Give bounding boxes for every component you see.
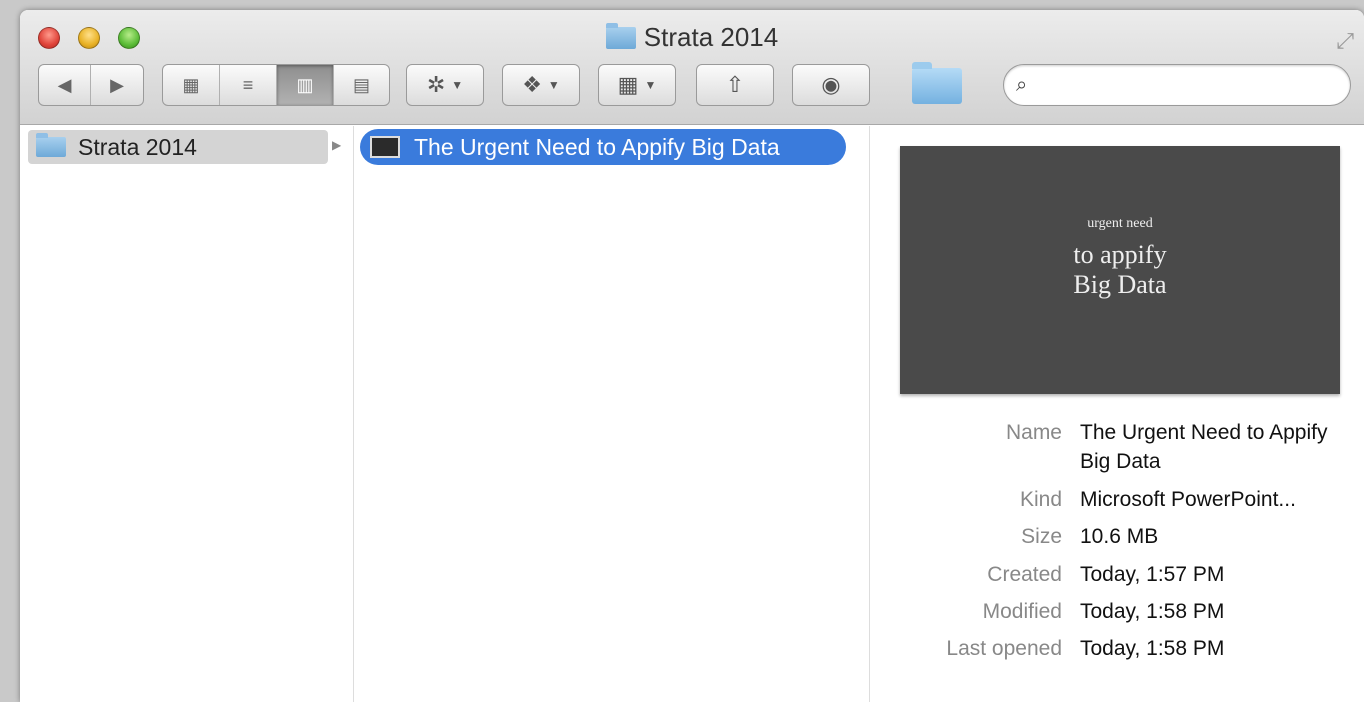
search-input[interactable] xyxy=(1033,70,1350,100)
info-value: Today, 1:58 PM xyxy=(1080,637,1225,661)
icon-view-button[interactable]: ▦ xyxy=(163,65,220,105)
dropbox-button[interactable]: ❖ ▼ xyxy=(502,64,580,106)
view-mode-control: ▦ ≡ ▥ ▤ xyxy=(162,64,390,106)
window-title: Strata 2014 xyxy=(20,22,1364,53)
info-label: Name xyxy=(1005,421,1062,444)
info-label: Last opened xyxy=(946,637,1062,661)
column-2: The Urgent Need to Appify Big Data xyxy=(354,126,870,702)
arrange-button[interactable]: ▦ ▼ xyxy=(598,64,676,106)
chevron-down-icon: ▼ xyxy=(547,78,560,92)
list-item-label: The Urgent Need to Appify Big Data xyxy=(414,133,780,160)
folder-icon xyxy=(36,133,66,157)
list-item-strata-folder[interactable]: Strata 2014 xyxy=(28,130,328,164)
coverflow-view-button[interactable]: ▤ xyxy=(334,65,389,105)
info-row-last-opened: Last opened Today, 1:58 PM xyxy=(870,634,1364,663)
preview-line-3: Big Data xyxy=(1073,270,1167,299)
preview-column: urgent need to appify Big Data Name The … xyxy=(870,126,1364,702)
search-icon: ⌕ xyxy=(1016,73,1028,96)
preview-line-2: to appify xyxy=(1073,240,1167,269)
folder-icon[interactable] xyxy=(912,62,962,104)
info-row-modified: Modified Today, 1:58 PM xyxy=(870,597,1364,626)
back-button[interactable]: ◀ xyxy=(39,65,91,105)
info-value: Today, 1:57 PM xyxy=(1080,562,1225,586)
chevron-down-icon: ▼ xyxy=(451,78,464,92)
list-item-label: Strata 2014 xyxy=(78,133,197,160)
info-label: Modified xyxy=(982,599,1062,623)
info-label: Size xyxy=(1021,525,1062,549)
chevron-down-icon: ▼ xyxy=(644,78,657,92)
finder-window: Strata 2014 ⤢ ◀ ▶ ▦ ≡ ▥ ▤ ✲ ▼ ❖ ▼ ▦ ▼ ⇧ … xyxy=(20,10,1364,702)
info-row-created: Created Today, 1:57 PM xyxy=(870,560,1364,589)
share-icon: ⇧ xyxy=(725,72,745,97)
file-info: Name The Urgent Need to Appify Big Data … xyxy=(870,418,1364,672)
action-button[interactable]: ✲ ▼ xyxy=(406,64,484,106)
info-value: Microsoft PowerPoint... xyxy=(1080,487,1296,511)
arrange-icon: ▦ xyxy=(617,72,639,97)
info-value: The Urgent Need to Appify Big Data xyxy=(1080,421,1328,474)
presentation-file-icon xyxy=(370,136,400,158)
info-row-name: Name The Urgent Need to Appify Big Data xyxy=(870,418,1364,477)
share-button[interactable]: ⇧ xyxy=(696,64,774,106)
tags-button[interactable]: ◉ xyxy=(792,64,870,106)
column-1: Strata 2014 ▶ xyxy=(20,126,354,702)
titlebar: Strata 2014 ⤢ ◀ ▶ ▦ ≡ ▥ ▤ ✲ ▼ ❖ ▼ ▦ ▼ ⇧ … xyxy=(20,10,1364,125)
gear-icon: ✲ xyxy=(426,72,446,97)
column-view-button[interactable]: ▥ xyxy=(277,65,334,105)
info-row-size: Size 10.6 MB xyxy=(870,522,1364,551)
disclosure-triangle-icon: ▶ xyxy=(332,138,342,152)
forward-button[interactable]: ▶ xyxy=(91,65,143,105)
preview-line-1: urgent need xyxy=(1087,216,1153,231)
fullscreen-icon[interactable]: ⤢ xyxy=(1336,28,1354,54)
info-value: 10.6 MB xyxy=(1080,525,1159,549)
info-label: Kind xyxy=(1019,487,1062,511)
file-preview-thumbnail: urgent need to appify Big Data xyxy=(900,146,1340,394)
info-value: Today, 1:58 PM xyxy=(1080,599,1225,623)
info-label: Created xyxy=(987,562,1062,586)
list-view-button[interactable]: ≡ xyxy=(220,65,277,105)
dropbox-icon: ❖ xyxy=(522,72,542,97)
list-item-presentation[interactable]: The Urgent Need to Appify Big Data xyxy=(360,129,846,165)
folder-icon xyxy=(605,23,636,49)
back-forward-control: ◀ ▶ xyxy=(38,64,144,106)
tag-icon: ◉ xyxy=(821,72,841,97)
search-field[interactable]: ⌕ xyxy=(1003,64,1351,106)
info-row-kind: Kind Microsoft PowerPoint... xyxy=(870,485,1364,514)
